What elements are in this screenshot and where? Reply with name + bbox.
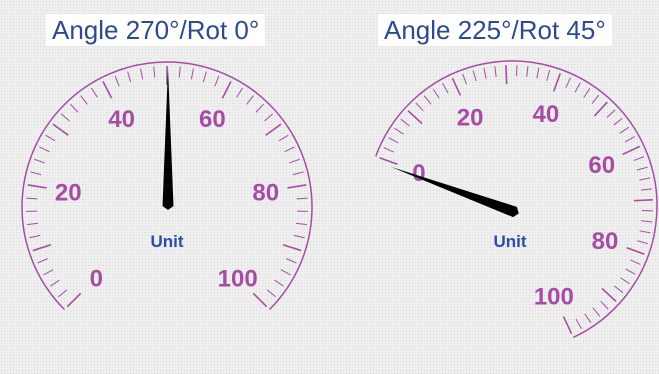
gauge-right-tick-marks <box>379 65 653 335</box>
minor-tick <box>624 136 635 143</box>
minor-tick <box>423 95 432 105</box>
major-tick <box>451 77 462 96</box>
minor-tick <box>574 82 581 93</box>
minor-tick <box>625 268 636 275</box>
gauge-panel: Angle 270°/Rot 0° Angle 225°/Rot 45° 0 20… <box>0 0 659 374</box>
major-tick <box>593 101 608 117</box>
minor-tick <box>630 259 641 265</box>
major-tick <box>407 110 423 125</box>
tick-label: 40 <box>533 101 560 128</box>
minor-tick <box>639 230 651 234</box>
minor-tick <box>483 67 487 79</box>
minor-tick <box>388 137 399 144</box>
minor-tick <box>592 307 601 317</box>
minor-tick <box>575 318 582 329</box>
gauge-right-unit-label: Unit <box>493 232 526 251</box>
minor-tick <box>600 300 609 310</box>
major-tick <box>622 145 641 156</box>
minor-tick <box>383 147 394 153</box>
minor-tick <box>637 240 649 245</box>
major-tick <box>505 65 508 85</box>
minor-tick <box>583 88 591 98</box>
major-tick <box>562 316 573 335</box>
minor-tick <box>633 156 645 161</box>
minor-tick <box>619 126 630 134</box>
major-tick <box>601 287 617 302</box>
minor-tick <box>620 277 630 285</box>
gauge-right-needle <box>390 166 519 218</box>
tick-label: 100 <box>534 284 574 311</box>
tick-label: 20 <box>457 104 484 131</box>
minor-tick <box>526 65 529 77</box>
minor-tick <box>442 83 449 94</box>
minor-tick <box>394 127 404 135</box>
minor-tick <box>432 88 440 99</box>
minor-tick <box>639 177 651 181</box>
minor-tick <box>415 102 424 112</box>
minor-tick <box>565 77 571 88</box>
minor-tick <box>546 69 551 81</box>
minor-tick <box>462 73 467 85</box>
minor-tick <box>636 166 648 171</box>
minor-tick <box>591 94 600 104</box>
minor-tick <box>640 188 653 191</box>
tick-label: 0 <box>412 160 425 187</box>
gauge-right-scale-arc <box>375 60 658 339</box>
minor-tick <box>606 109 616 118</box>
tick-label: 80 <box>592 228 619 255</box>
major-tick <box>633 199 653 202</box>
minor-tick <box>472 70 477 82</box>
minor-tick <box>584 313 592 324</box>
gauge-right: 0 20 40 60 80 100 Unit <box>375 60 658 339</box>
minor-tick <box>613 117 623 126</box>
major-tick <box>379 157 398 166</box>
minor-tick <box>400 118 410 127</box>
minor-tick <box>536 67 540 79</box>
minor-tick <box>494 65 497 78</box>
major-tick <box>626 246 645 255</box>
minor-tick <box>614 285 624 294</box>
tick-label: 60 <box>588 152 615 179</box>
minor-tick <box>641 220 653 223</box>
gauge-right-tick-labels: 0 20 40 60 80 100 <box>412 101 618 311</box>
major-tick <box>552 73 561 92</box>
